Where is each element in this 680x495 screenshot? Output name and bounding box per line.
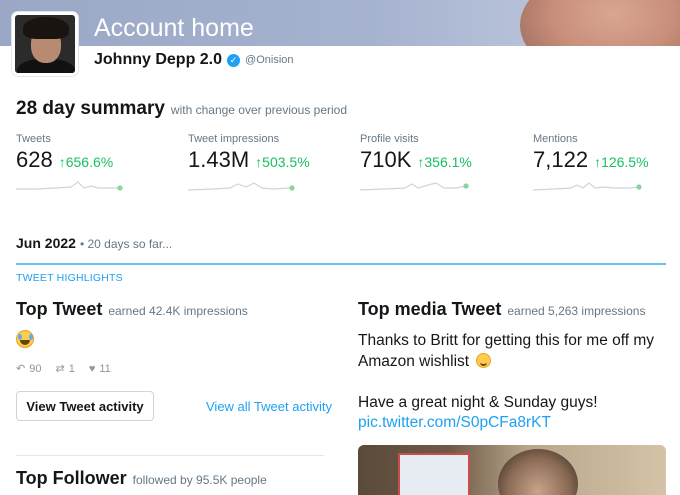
stat-change: ↑503.5% xyxy=(255,154,310,170)
stat-label: Tweets xyxy=(16,133,51,145)
header-banner: Account home xyxy=(0,0,680,46)
retweet-count: 1 xyxy=(68,362,75,375)
smiling-emoji-icon xyxy=(476,353,492,368)
stat-profile-visits: Profile visits 710K ↑356.1% xyxy=(360,133,510,193)
banner-image xyxy=(520,0,680,46)
stat-tweets: Tweets 628 ↑656.6% xyxy=(16,133,166,193)
stat-label: Mentions xyxy=(533,133,578,145)
summary-subtitle: with change over previous period xyxy=(170,103,348,117)
stat-change: ↑356.1% xyxy=(417,154,472,170)
reply-action[interactable]: ↶ 90 xyxy=(16,362,42,376)
section-divider xyxy=(16,455,324,456)
stat-value: 628 xyxy=(16,147,53,172)
top-media-impressions: earned 5,263 impressions xyxy=(507,304,646,318)
sparkline xyxy=(360,182,469,191)
tweet-actions: ↶ 90 ⇄ 1 ♥ 11 xyxy=(16,362,125,376)
like-action[interactable]: ♥ 11 xyxy=(89,362,111,375)
stat-label: Profile visits xyxy=(360,133,419,145)
stat-mentions: Mentions 7,122 ↑126.5% xyxy=(533,133,680,193)
stat-value: 1.43M xyxy=(188,147,250,172)
top-media-image[interactable] xyxy=(358,445,666,495)
top-tweet-heading: Top Tweet earned 42.4K impressions xyxy=(16,299,248,320)
top-media-text-line1: Thanks to Britt for getting this for me … xyxy=(358,332,655,370)
view-all-tweet-activity-link[interactable]: View all Tweet activity xyxy=(206,399,332,414)
highlights-divider xyxy=(16,263,666,265)
summary-heading: 28 day summary with change over previous… xyxy=(16,98,347,120)
avatar[interactable] xyxy=(12,12,78,76)
account-name-row: Johnny Depp 2.0 ✓ @Onision xyxy=(94,51,294,69)
period-days: • 20 days so far... xyxy=(79,237,173,251)
heart-icon: ♥ xyxy=(88,362,96,375)
like-count: 11 xyxy=(99,362,111,375)
top-follower-title: Top Follower xyxy=(16,468,127,488)
top-media-pic-link[interactable]: pic.twitter.com/S0pCFa8rKT xyxy=(358,414,551,432)
page-title: Account home xyxy=(94,14,254,42)
stat-value: 710K xyxy=(360,147,412,172)
period-heading: Jun 2022 • 20 days so far... xyxy=(16,235,172,251)
top-follower-subtitle: followed by 95.5K people xyxy=(132,473,267,487)
top-media-heading: Top media Tweet earned 5,263 impressions xyxy=(358,299,645,320)
top-media-title: Top media Tweet xyxy=(358,299,502,319)
stat-label: Tweet impressions xyxy=(188,133,280,145)
sparkline xyxy=(533,182,642,191)
retweet-icon: ⇄ xyxy=(55,363,65,375)
summary-title: 28 day summary xyxy=(16,98,165,119)
laughing-crying-emoji-icon xyxy=(16,330,34,348)
sparkline xyxy=(188,182,295,191)
stat-change: ↑126.5% xyxy=(594,154,649,170)
account-name: Johnny Depp 2.0 xyxy=(94,51,223,68)
top-tweet-impressions: earned 42.4K impressions xyxy=(108,304,248,318)
stat-impressions: Tweet impressions 1.43M ↑503.5% xyxy=(188,133,338,193)
verified-badge-icon: ✓ xyxy=(227,53,241,67)
top-media-text-line2: Have a great night & Sunday guys! xyxy=(358,394,598,411)
sparkline xyxy=(16,181,123,191)
stat-change: ↑656.6% xyxy=(58,154,114,170)
top-tweet-title: Top Tweet xyxy=(16,299,103,319)
highlights-label: TWEET HIGHLIGHTS xyxy=(16,272,123,284)
retweet-action[interactable]: ⇄ 1 xyxy=(55,362,75,376)
period-month: Jun 2022 xyxy=(16,235,76,251)
top-media-text: Thanks to Britt for getting this for me … xyxy=(358,330,668,372)
reply-count: 90 xyxy=(29,362,42,375)
view-tweet-activity-button[interactable]: View Tweet activity xyxy=(16,391,154,421)
account-handle: @Onision xyxy=(245,54,294,66)
stat-value: 7,122 xyxy=(533,147,589,172)
top-follower-heading: Top Follower followed by 95.5K people xyxy=(16,468,267,489)
reply-icon: ↶ xyxy=(16,363,26,375)
